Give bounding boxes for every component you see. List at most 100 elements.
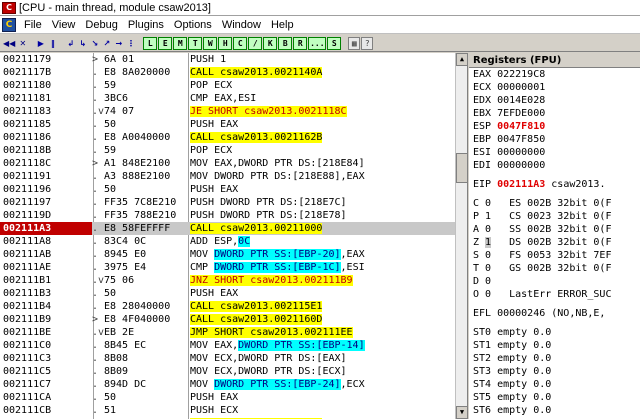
menu-debug[interactable]: Debug: [80, 19, 122, 31]
instruction-asm: PUSH EAX: [190, 288, 239, 299]
instruction-row[interactable]: 00211197. FF35 7C8E210 PUSH DWORD PTR DS:[…: [0, 196, 467, 209]
instruction-row[interactable]: 002111C5. 8B09 MOV ECX,DWORD PTR DS:[ECX]: [0, 365, 467, 378]
menu-view[interactable]: View: [47, 19, 81, 31]
call-stack-button[interactable]: K: [263, 36, 278, 50]
instruction-row[interactable]: 002111C7. 894D DC MOV DWORD PTR SS:[EBP-24…: [0, 378, 467, 391]
register-line[interactable]: ST0 empty 0.0: [469, 326, 640, 339]
breakpoints-button[interactable]: B: [278, 36, 293, 50]
instruction-highlight: CALL csaw2013.00211000: [190, 223, 323, 234]
instruction-row[interactable]: 0021118B. 59 POP ECX: [0, 144, 467, 157]
log-window-button[interactable]: L: [143, 36, 158, 50]
instruction-row[interactable]: 002111B3. 50 PUSH EAX: [0, 287, 467, 300]
instruction-row[interactable]: 002111A8. 83C4 0C ADD ESP,0C: [0, 235, 467, 248]
scroll-thumb[interactable]: [456, 153, 467, 183]
register-line[interactable]: EAX 022219C8: [469, 68, 640, 81]
register-line[interactable]: P 1 CS 0023 32bit 0(F: [469, 210, 640, 223]
instruction-row[interactable]: 002111C0. 8B45 EC MOV EAX,DWORD PTR SS:[EB…: [0, 339, 467, 352]
step-into-button[interactable]: ↲: [65, 37, 76, 50]
instruction-row[interactable]: 0021119D. FF35 788E210 PUSH DWORD PTR DS:[…: [0, 209, 467, 222]
register-line[interactable]: ST1 empty 0.0: [469, 339, 640, 352]
instruction-row[interactable]: 002111CA. 50 PUSH EAX: [0, 391, 467, 404]
register-line[interactable]: ST4 empty 0.0: [469, 378, 640, 391]
source-button[interactable]: S: [327, 36, 342, 50]
instruction-address: 002111C0: [3, 340, 52, 351]
instruction-row[interactable]: 00211191. A3 888E2100 MOV DWORD PTR DS:[21…: [0, 170, 467, 183]
register-line[interactable]: D 0: [469, 275, 640, 288]
register-line[interactable]: EBP 0047F850: [469, 133, 640, 146]
scroll-up-arrow-icon[interactable]: ▲: [456, 53, 467, 66]
instruction-address: 002111B9: [3, 314, 52, 325]
register-line[interactable]: C 0 ES 002B 32bit 0(F: [469, 197, 640, 210]
menu-window[interactable]: Window: [217, 19, 266, 31]
execute-till-return-button[interactable]: →: [113, 37, 124, 50]
threads-button[interactable]: T: [188, 36, 203, 50]
register-line[interactable]: Z 1 DS 002B 32bit 0(F: [469, 236, 640, 249]
register-line[interactable]: ST2 empty 0.0: [469, 352, 640, 365]
memory-map-button[interactable]: M: [173, 36, 188, 50]
disassembly-scrollbar[interactable]: ▲ ▼: [455, 53, 467, 419]
register-line[interactable]: EDX 0014E028: [469, 94, 640, 107]
trace-over-button[interactable]: ↗: [101, 37, 112, 50]
register-line[interactable]: ESI 00000000: [469, 146, 640, 159]
registers-pane[interactable]: Registers (FPU) EAX 022219C8 ECX 00000001…: [469, 53, 640, 419]
close-button[interactable]: ✕: [17, 37, 28, 50]
zero-flag-value[interactable]: 1: [485, 237, 492, 248]
instruction-row[interactable]: 002111AB. 8945 E0 MOV DWORD PTR SS:[EBP-20…: [0, 248, 467, 261]
instruction-asm: JNZ SHORT csaw2013.002111B9: [190, 274, 467, 287]
instruction-row[interactable]: 002111C3. 8B08 MOV ECX,DWORD PTR DS:[EAX]: [0, 352, 467, 365]
register-line[interactable]: ST3 empty 0.0: [469, 365, 640, 378]
register-line[interactable]: T 0 GS 002B 32bit 0(F: [469, 262, 640, 275]
step-over-button[interactable]: ↳: [77, 37, 88, 50]
instruction-row[interactable]: 002111B9 > E8 4F040000 CALL csaw2013.002116…: [0, 313, 467, 326]
menu-help[interactable]: Help: [266, 19, 299, 31]
disassembly-pane[interactable]: 00211179 >6A 01 PUSH 1 0021117B. E8 8A020000…: [0, 53, 468, 419]
instruction-row[interactable]: 002111BE .v EB 2E JMP SHORT csaw2013.002111…: [0, 326, 467, 339]
instruction-row[interactable]: 00211185. 50 PUSH EAX: [0, 118, 467, 131]
patches-button[interactable]: /: [248, 36, 263, 50]
instruction-row[interactable]: 00211181. 3BC6 CMP EAX,ESI: [0, 92, 467, 105]
instruction-row[interactable]: 00211180. 59 POP ECX: [0, 79, 467, 92]
instruction-row[interactable]: 002111B4. E8 28040000 CALL csaw2013.002115…: [0, 300, 467, 313]
scroll-down-arrow-icon[interactable]: ▼: [456, 406, 467, 419]
goto-button[interactable]: ⋮: [125, 37, 136, 50]
instruction-row[interactable]: 002111AE. 3975 E4 CMP DWORD PTR SS:[EBP-1C…: [0, 261, 467, 274]
instruction-row[interactable]: 0021117B. E8 8A020000 CALL csaw2013.002114…: [0, 66, 467, 79]
run-trace-button[interactable]: ...: [308, 36, 327, 50]
instruction-address: 00211179: [3, 54, 52, 65]
references-button[interactable]: R: [293, 36, 308, 50]
modules-button[interactable]: E: [158, 36, 173, 50]
register-line[interactable]: ECX 00000001: [469, 81, 640, 94]
instruction-row[interactable]: 0021118C > A1 848E2100 MOV EAX,DWORD PTR DS…: [0, 157, 467, 170]
register-line[interactable]: EBX 7EFDE000: [469, 107, 640, 120]
register-line[interactable]: ST6 empty 0.0: [469, 404, 640, 417]
help-icon[interactable]: ?: [361, 36, 374, 50]
pause-button[interactable]: ‖: [47, 37, 58, 50]
selected-instruction-row[interactable]: 002111A3. E8 58FEFFFF CALL csaw2013.002110…: [0, 222, 467, 235]
instruction-row[interactable]: 00211186. E8 A0040000 CALL csaw2013.002116…: [0, 131, 467, 144]
register-line[interactable]: S 0 FS 0053 32bit 7EF: [469, 249, 640, 262]
instruction-row[interactable]: 002111B1 .v 75 06 JNZ SHORT csaw2013.002111…: [0, 274, 467, 287]
register-line[interactable]: ST5 empty 0.0: [469, 391, 640, 404]
register-line[interactable]: EDI 00000000: [469, 159, 640, 172]
register-line[interactable]: EFL 00000246 (NO,NB,E,: [469, 307, 640, 320]
register-line[interactable]: O 0 LastErr ERROR_SUC: [469, 288, 640, 301]
registers-header[interactable]: Registers (FPU): [469, 53, 640, 68]
menu-options[interactable]: Options: [169, 19, 217, 31]
instruction-row[interactable]: 00211183 .v 74 07 JE SHORT csaw2013.0021118…: [0, 105, 467, 118]
instruction-row[interactable]: 00211179 >6A 01 PUSH 1: [0, 53, 467, 66]
run-button[interactable]: ▶: [35, 37, 46, 50]
handles-button[interactable]: H: [218, 36, 233, 50]
mdi-window-icon[interactable]: C: [2, 17, 16, 32]
trace-into-button[interactable]: ↘: [89, 37, 100, 50]
windows-button[interactable]: W: [203, 36, 218, 50]
menu-file[interactable]: File: [19, 19, 47, 31]
cpu-button[interactable]: C: [233, 36, 248, 50]
rewind-button[interactable]: ◀◀: [2, 37, 16, 50]
register-line[interactable]: EIP 002111A3 csaw2013.: [469, 178, 640, 191]
menu-plugins[interactable]: Plugins: [123, 19, 169, 31]
instruction-row[interactable]: 00211196. 50 PUSH EAX: [0, 183, 467, 196]
instruction-row[interactable]: 002111CB. 51 PUSH ECX: [0, 404, 467, 417]
register-line[interactable]: A 0 SS 002B 32bit 0(F: [469, 223, 640, 236]
options-grid-icon[interactable]: ▦: [348, 36, 361, 50]
register-line[interactable]: ESP 0047F810: [469, 120, 640, 133]
